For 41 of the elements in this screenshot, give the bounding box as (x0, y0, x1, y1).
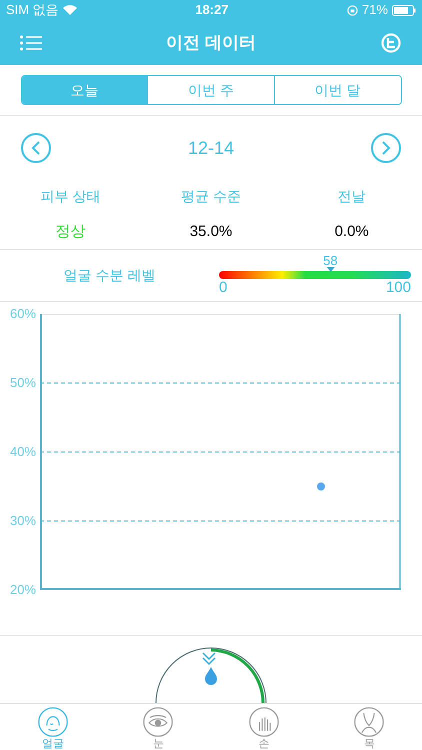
stat-label: 피부 상태 (40, 186, 100, 206)
carrier-text: SIM 없음 (6, 1, 59, 20)
wifi-icon (62, 5, 77, 15)
axis-label: 20% (10, 582, 36, 597)
body-part-tab[interactable]: 얼굴 (0, 704, 106, 750)
circled-letter-icon (380, 32, 401, 52)
page-title: 이전 데이터 (166, 32, 256, 54)
axis-label: 40% (10, 444, 36, 459)
next-button[interactable] (370, 133, 401, 164)
stat-label: 전날 (338, 186, 366, 206)
previous-button[interactable] (21, 133, 51, 164)
body-part-tab[interactable]: 눈 (106, 704, 211, 750)
battery-percent: 71% (362, 1, 388, 20)
stat-value: 35.0% (190, 222, 232, 242)
chevron-left-icon (31, 141, 41, 156)
clock-text: 18:27 (195, 1, 228, 20)
neck-icon (353, 706, 386, 738)
period-tab[interactable]: 이번 달 (274, 76, 400, 104)
body-part-tab[interactable]: 목 (316, 704, 422, 750)
date-text: 12-14 (188, 136, 234, 160)
face-icon (36, 706, 69, 738)
scale-min: 0 (219, 278, 228, 296)
level-reading: 58 (323, 254, 338, 267)
axis-label: 60% (10, 306, 36, 321)
stat-value: 정상 (55, 222, 86, 242)
battery-icon (392, 4, 416, 16)
axis-label: 50% (10, 376, 36, 390)
period-tab[interactable]: 오늘 (22, 76, 148, 104)
body-part-tab[interactable]: 손 (211, 704, 316, 750)
exit-button[interactable] (380, 32, 402, 54)
rotation-lock-icon (346, 4, 358, 16)
menu-icon (20, 34, 42, 50)
chevron-right-icon (380, 141, 391, 156)
data-point (317, 482, 325, 490)
scale-max: 100 (386, 278, 411, 296)
stat-value: 0.0% (334, 222, 369, 242)
axis-label: 30% (10, 514, 36, 528)
stat-label: 평균 수준 (181, 186, 241, 206)
eye-icon (142, 706, 174, 738)
moisture-label: 얼굴 수분 레벨 (64, 266, 156, 285)
hand-icon (248, 706, 280, 738)
